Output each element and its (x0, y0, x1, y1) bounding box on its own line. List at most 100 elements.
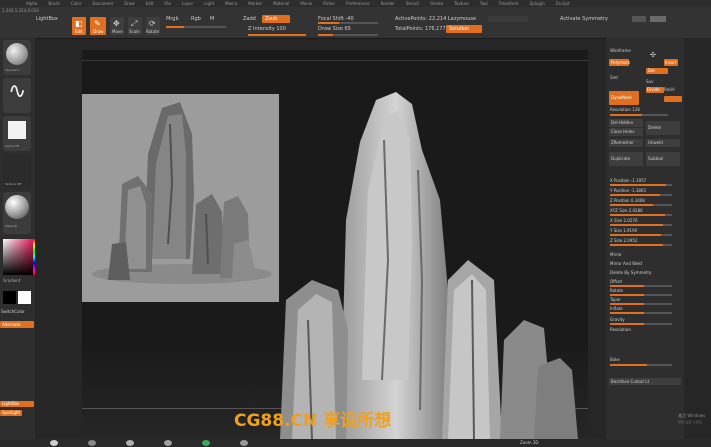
menu-item-transform[interactable]: Transform (499, 1, 519, 6)
subtool-button[interactable]: Subtool (646, 152, 680, 166)
rotate-deformer-slider[interactable] (610, 294, 672, 296)
material-ball-6[interactable] (240, 440, 248, 446)
material-ball-4[interactable] (164, 440, 172, 446)
symmetry-x-toggle[interactable] (632, 16, 646, 22)
solution-button[interactable]: Solution (446, 25, 482, 33)
resolution-slider[interactable] (610, 114, 668, 116)
menu-item-color[interactable]: Color (71, 1, 81, 6)
stroke-slot[interactable]: ∿ (3, 78, 31, 113)
unweld-button[interactable]: Unweld (646, 139, 680, 147)
document-canvas[interactable]: CG88.CN 享设所想 (82, 50, 588, 440)
menu-item-draw[interactable]: Draw (124, 1, 134, 6)
menu-item-file[interactable]: File (164, 1, 171, 6)
rotate-mode-button[interactable]: ⟳ Rotate (146, 17, 160, 35)
divide-button[interactable]: Divide (646, 87, 664, 93)
rgb-intensity-slider[interactable] (166, 26, 226, 28)
menu-item-movie[interactable]: Movie (300, 1, 312, 6)
move-mode-button[interactable]: ✥ Move (110, 17, 124, 35)
x-size-slider[interactable] (610, 224, 672, 226)
dynamesh-button[interactable]: DynaMesh (609, 91, 639, 105)
menu-item-layer[interactable]: Layer (182, 1, 193, 6)
m-toggle[interactable]: M (210, 16, 214, 22)
bake-slider[interactable] (610, 364, 672, 366)
primary-color-swatch[interactable] (3, 291, 16, 304)
del-button[interactable]: Del (646, 68, 668, 74)
hue-strip[interactable] (33, 239, 35, 275)
lightbox-left-button[interactable]: LightBox (0, 401, 34, 407)
color-picker[interactable] (3, 239, 33, 275)
draw-size-slider[interactable] (318, 34, 378, 36)
lightbox-button[interactable]: LightBox (36, 16, 58, 22)
polymesh-button[interactable]: Polymesh (609, 59, 630, 66)
zadd-toggle[interactable]: Zadd (243, 16, 256, 22)
close-holes-button[interactable]: Close Holes (609, 128, 643, 136)
subdivision-button[interactable] (664, 96, 682, 102)
activate-symmetry-button[interactable]: Activate Symmetry (560, 16, 608, 22)
draw-mode-button[interactable]: ✎ Draw (90, 17, 106, 35)
menu-item-zscript[interactable]: Zscript (556, 1, 570, 6)
spotlight-button[interactable]: Spotlight (0, 410, 22, 416)
symmetry-y-toggle[interactable] (650, 16, 666, 22)
reference-image (82, 94, 279, 302)
menu-item-brush[interactable]: Brush (48, 1, 60, 6)
menu-item-material[interactable]: Material (273, 1, 289, 6)
backface-button[interactable]: Backface Cutout Lt (609, 378, 681, 385)
focal-shift-slider[interactable] (318, 22, 378, 24)
y-size-slider[interactable] (610, 234, 672, 236)
taper-slider[interactable] (610, 303, 672, 305)
lazymouse-field[interactable] (488, 16, 528, 22)
smt-toggle[interactable]: Smt (610, 75, 618, 80)
menu-item-preferences[interactable]: Preferences (346, 1, 370, 6)
material-ball-5[interactable] (202, 440, 210, 446)
menu-item-zplugin[interactable]: Zplugin (530, 1, 545, 6)
secondary-color-swatch[interactable] (18, 291, 31, 304)
mirror-and-weld-button[interactable]: Mirror And Weld (610, 261, 642, 266)
menu-item-edit[interactable]: Edit (146, 1, 154, 6)
menu-item-stencil[interactable]: Stencil (406, 1, 420, 6)
zremesher-button[interactable]: ZRemesher (609, 139, 643, 147)
offset-slider[interactable] (610, 285, 672, 287)
xyz-size-slider[interactable] (610, 214, 672, 216)
alpha-slot[interactable]: Alpha Off (3, 116, 31, 151)
del-hidden-button[interactable]: Del Hidden (609, 119, 643, 127)
rgb-toggle[interactable]: Rgb (191, 16, 201, 22)
material-ball-1[interactable] (50, 440, 58, 446)
mirror-button[interactable]: Mirror (610, 252, 622, 257)
delete-by-symmetry-button[interactable]: Delete By Symmetry (610, 270, 652, 275)
gravity-slider[interactable] (610, 323, 672, 325)
menu-item-macro[interactable]: Macro (225, 1, 237, 6)
switch-color-button[interactable]: SwitchColor (1, 309, 25, 314)
zsub-button[interactable]: Zsub (262, 15, 290, 23)
z-position-slider[interactable] (610, 204, 672, 206)
mrgb-toggle[interactable]: Mrgb (166, 16, 179, 22)
alternate-button[interactable]: Alternate (0, 321, 34, 328)
inflate-label: Inflate (610, 306, 623, 311)
menu-item-light[interactable]: Light (204, 1, 214, 6)
insert-label: Insert (665, 60, 677, 65)
material-ball-3[interactable] (126, 440, 134, 446)
menu-item-marker[interactable]: Marker (248, 1, 262, 6)
menu-item-stroke[interactable]: Stroke (430, 1, 443, 6)
menu-item-texture[interactable]: Texture (454, 1, 469, 6)
menu-item-render[interactable]: Render (381, 1, 395, 6)
material-slot[interactable]: Material (3, 192, 31, 234)
menu-item-document[interactable]: Document (92, 1, 113, 6)
y-position-slider[interactable] (610, 194, 672, 196)
duplicate-button[interactable]: Duplicate (609, 152, 643, 166)
z-size-slider[interactable] (610, 244, 672, 246)
edit-mode-button[interactable]: ◧ Edit (72, 17, 86, 35)
menu-item-picker[interactable]: Picker (323, 1, 335, 6)
material-ball-2[interactable] (88, 440, 96, 446)
z-intensity-slider[interactable] (248, 34, 306, 36)
brush-slot[interactable]: Standard (3, 40, 31, 75)
scale-mode-button[interactable]: ⤢ Scale (128, 17, 142, 35)
inflate-slider[interactable] (610, 312, 672, 314)
unweld-label: Unweld (648, 140, 663, 145)
reuv-button[interactable]: ReUV (664, 87, 675, 92)
menu-item-tool[interactable]: Tool (480, 1, 488, 6)
menu-item-alpha[interactable]: Alpha (26, 1, 37, 6)
x-position-slider[interactable] (610, 184, 672, 186)
texture-slot[interactable]: Texture Off (3, 154, 31, 189)
delete-button[interactable]: Delete (646, 121, 680, 135)
insert-button[interactable]: Insert (664, 59, 678, 66)
